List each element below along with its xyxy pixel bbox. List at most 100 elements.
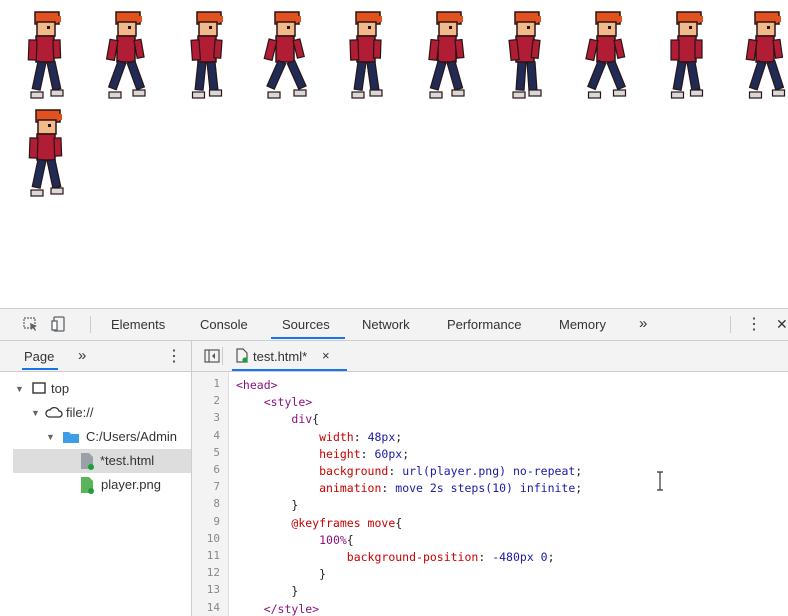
code-line[interactable]: background: url(player.png) no-repeat; [236,464,582,478]
line-number: 12 [206,566,220,580]
line-number: 4 [213,428,220,442]
sprite-frame [262,10,310,104]
sprite-frame [742,10,788,104]
code-token: } [236,498,299,513]
file-icon [80,476,94,497]
file-tab-test-html[interactable]: test.html* × [232,341,352,371]
expand-arrow-icon[interactable]: ▼ [15,384,24,394]
code-token: : [478,550,493,564]
line-number: 3 [213,411,220,425]
code-line[interactable]: } [236,584,298,598]
code-token: ; [575,464,583,478]
code-line[interactable]: width: 48px; [236,430,402,444]
code-line[interactable]: background-position: -480px 0; [236,550,555,564]
code-line[interactable]: @keyframes move{ [236,516,402,530]
code-token: <style> [263,395,313,410]
code-line[interactable]: height: 60px; [236,447,409,461]
code-token: div [291,412,313,427]
tree-item-label: top [51,381,70,396]
code-line[interactable]: } [236,567,326,581]
code-line[interactable]: } [236,498,298,512]
code-line[interactable]: animation: move 2s steps(10) infinite; [236,481,582,495]
active-tab-indicator [271,337,345,339]
sprite-frame [502,10,550,104]
frame-icon [32,381,46,398]
code-token: animation [319,481,382,496]
code-token: <head> [236,378,278,392]
code-token: 100% [319,532,347,547]
navigator-panel: Page » ⋮ ▼ top ▼ file:// ▼ C:/Users/Admi… [0,341,192,616]
navigator-active-indicator [22,368,58,370]
file-icon [80,452,94,473]
tree-item-folder[interactable]: ▼ C:/Users/Admin [0,425,191,449]
tab-network[interactable]: Network [362,317,410,332]
sidebar-toggle-icon[interactable] [204,348,220,367]
line-number: 10 [206,531,220,545]
sprite-frame [342,10,390,104]
code-line[interactable]: div{ [236,412,319,426]
expand-arrow-icon[interactable]: ▼ [46,432,55,442]
code-token: width [319,429,354,444]
device-toggle-icon[interactable] [50,315,68,333]
code-line[interactable]: <style> [236,395,312,409]
file-icon [236,348,248,366]
code-token: </style> [263,601,320,616]
line-number: 7 [213,480,220,494]
page-viewport [0,0,788,308]
code-token: ; [575,481,583,496]
inspect-element-icon[interactable] [22,315,40,333]
code-token: { [346,532,354,547]
tree-item-top[interactable]: ▼ top [0,377,191,401]
tree-item-test-html[interactable]: *test.html [13,449,191,473]
code-token: } [236,567,327,582]
close-devtools-icon[interactable]: ✕ [776,316,788,333]
code-line[interactable]: </style> [236,602,319,616]
navigator-menu-icon[interactable]: ⋮ [166,346,182,366]
close-tab-icon[interactable]: × [322,348,330,363]
tree-item-file[interactable]: ▼ file:// [0,401,191,425]
sprite-frame [422,10,470,104]
code-token: @keyframes move [291,515,396,530]
tab-sources[interactable]: Sources [282,317,330,332]
editor-tabbar: test.html* × [192,341,788,372]
code-token: ; [402,446,410,461]
more-tabs-icon[interactable]: » [639,315,647,332]
tab-page[interactable]: Page [24,349,54,364]
code-token: background-position [346,550,479,564]
toolbar-divider-right [730,316,731,333]
tab-performance[interactable]: Performance [447,317,521,332]
sprite-frame [582,10,630,104]
code-token: { [312,412,320,427]
tree-item-label: file:// [66,405,94,420]
line-number: 1 [213,377,220,390]
code-line[interactable]: 100%{ [236,533,354,547]
navigator-more-icon[interactable]: » [78,347,86,364]
cloud-icon [45,405,63,422]
tree-item-label: *test.html [100,453,155,468]
tab-elements[interactable]: Elements [111,317,165,332]
line-number-gutter: 1 2 3 4 5 6 7 8 9 10 11 12 13 14 [192,372,229,616]
tab-memory[interactable]: Memory [559,317,606,332]
tab-console[interactable]: Console [200,317,248,332]
line-number: 2 [213,394,220,408]
line-number: 13 [206,583,220,597]
expand-arrow-icon[interactable]: ▼ [31,408,40,418]
devtools-menu-icon[interactable]: ⋮ [746,314,762,334]
sprite-frame [182,10,230,104]
line-number: 5 [213,445,220,459]
line-number: 9 [213,514,220,528]
code-editor[interactable]: test.html* × 1 2 3 4 5 6 7 8 9 10 11 12 13 14 <head> … [192,341,788,616]
code-token: { [395,515,403,530]
code-line[interactable]: <head> [236,378,278,392]
tree-item-player-png[interactable]: player.png [0,473,191,497]
code-token: ; [395,429,403,444]
navigator-header: Page » ⋮ [0,341,191,372]
